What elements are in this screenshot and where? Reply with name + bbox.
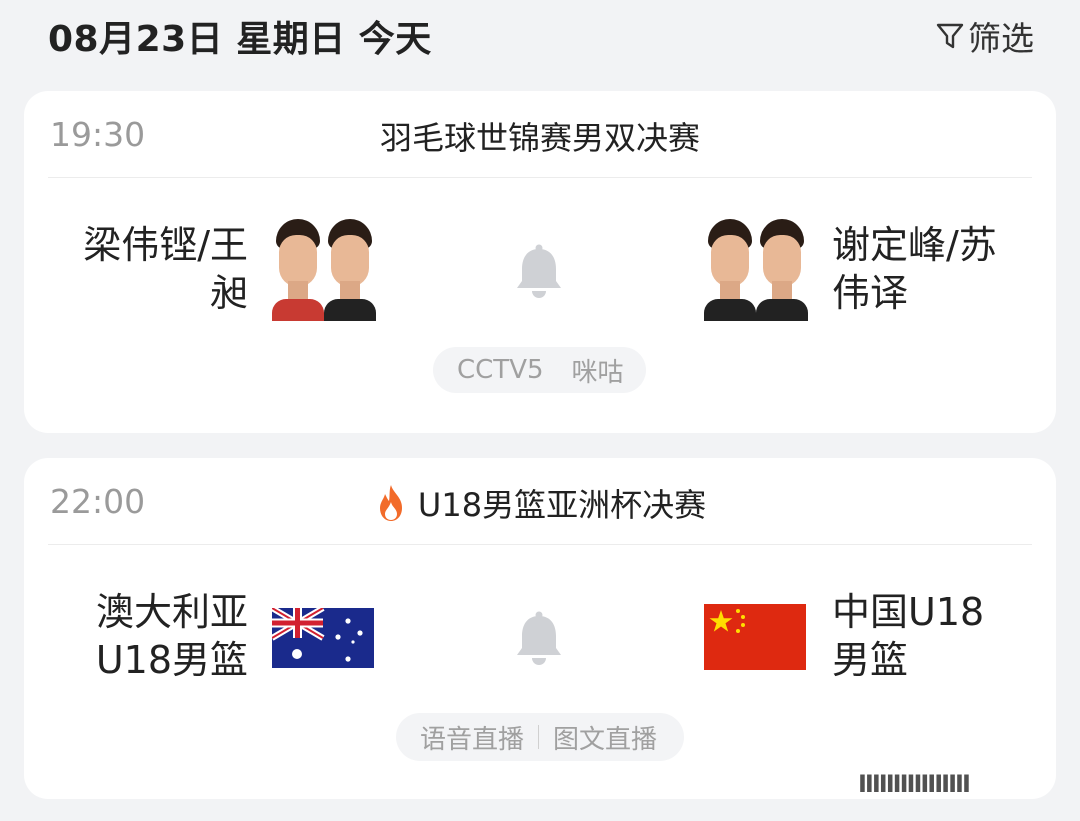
date-header: 08月23日 星期日 今天 筛选 [0,0,1080,70]
match-title: U18男篮亚洲杯决赛 [24,480,1056,526]
team-right-line2: 伟译 [832,271,909,315]
china-flag-icon [704,604,806,670]
divider [48,177,1032,178]
australia-flag-icon [272,608,374,668]
bell-icon[interactable] [513,243,565,299]
team-left-line2: U18男篮 [95,638,248,682]
team-right-line2: 男篮 [832,638,909,682]
live-option[interactable]: 图文直播 [553,719,657,756]
team-right-avatar [704,219,808,321]
team-left-line1: 澳大利亚 [95,590,248,634]
live-option[interactable]: 语音直播 [420,719,524,756]
live-options: 语音直播 图文直播 [396,713,684,761]
filter-label: 筛选 [968,19,1034,58]
filter-button[interactable]: 筛选 [936,12,1034,60]
option-separator [538,725,540,749]
player-avatar [324,219,376,321]
team-right[interactable]: 谢定峰/苏 伟译 [832,221,1032,317]
match-title: 羽毛球世锦赛男双决赛 [24,113,1056,159]
team-right-line1: 中国U18 [832,590,985,634]
date-title: 08月23日 星期日 今天 [48,19,432,60]
watermark: IIIIIIIIIIIIIIII [858,770,971,798]
match-card[interactable]: 19:30 羽毛球世锦赛男双决赛 梁伟铿/王 昶 谢定峰/苏 伟译 CCTV5 [24,91,1056,433]
team-left-line1: 梁伟铿/王 [83,223,248,267]
divider [48,544,1032,545]
match-card[interactable]: 22:00 U18男篮亚洲杯决赛 澳大利亚 U18男篮 中国U18 男篮 语音直… [24,458,1056,799]
channel-option[interactable]: CCTV5 [457,355,544,385]
fire-icon [379,485,402,521]
player-avatar [272,219,324,321]
broadcast-channels: CCTV5 咪咕 [433,347,646,393]
team-left[interactable]: 澳大利亚 U18男篮 [28,588,248,684]
match-title-text: U18男篮亚洲杯决赛 [417,486,707,524]
channel-option[interactable]: 咪咕 [572,352,624,389]
team-left[interactable]: 梁伟铿/王 昶 [28,221,248,317]
player-avatar [704,219,756,321]
team-left-avatar [272,219,376,321]
player-avatar [756,219,808,321]
bell-icon[interactable] [513,610,565,666]
team-left-line2: 昶 [209,271,248,315]
team-right[interactable]: 中国U18 男篮 [832,588,1032,684]
filter-icon [936,23,964,49]
team-right-line1: 谢定峰/苏 [832,223,997,267]
match-title-text: 羽毛球世锦赛男双决赛 [379,119,700,157]
